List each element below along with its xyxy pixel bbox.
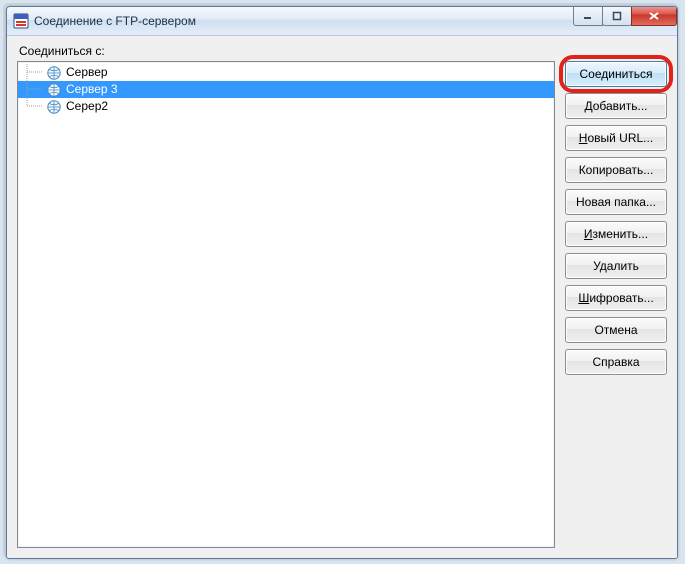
encrypt-button[interactable]: Шифровать... bbox=[565, 285, 667, 311]
edit-button[interactable]: Изменить... bbox=[565, 221, 667, 247]
close-button[interactable] bbox=[631, 6, 677, 26]
button-label: Отмена bbox=[594, 323, 637, 337]
ftp-connect-dialog: Соединение с FTP-сервером Соединиться с: bbox=[6, 6, 678, 559]
button-label: Копировать... bbox=[579, 163, 654, 177]
new-folder-button[interactable]: Новая папка... bbox=[565, 189, 667, 215]
add-button[interactable]: Добавить... bbox=[565, 93, 667, 119]
button-label: Новый URL... bbox=[579, 131, 653, 145]
tree-item-selected[interactable]: Сервер 3 bbox=[18, 81, 554, 98]
tree-root: Сервер Сервер 3 bbox=[18, 62, 554, 117]
button-label: Удалить bbox=[593, 259, 639, 273]
minimize-button[interactable] bbox=[573, 6, 603, 26]
delete-button[interactable]: Удалить bbox=[565, 253, 667, 279]
tree-item-label: Сервер 3 bbox=[64, 81, 120, 98]
server-tree[interactable]: Сервер Сервер 3 bbox=[17, 61, 555, 548]
button-label: Добавить... bbox=[584, 99, 647, 113]
connect-to-label: Соединиться с: bbox=[17, 44, 667, 58]
server-icon bbox=[46, 99, 62, 115]
window-title: Соединение с FTP-сервером bbox=[34, 14, 196, 28]
maximize-button[interactable] bbox=[602, 6, 632, 26]
server-icon bbox=[46, 82, 62, 98]
tree-item-label: Серер2 bbox=[64, 98, 110, 115]
tree-item-label: Сервер bbox=[64, 64, 110, 81]
help-button[interactable]: Справка bbox=[565, 349, 667, 375]
server-icon bbox=[46, 65, 62, 81]
button-label: Изменить... bbox=[584, 227, 648, 241]
new-url-button[interactable]: Новый URL... bbox=[565, 125, 667, 151]
app-icon bbox=[13, 13, 29, 29]
tree-item[interactable]: Сервер bbox=[18, 64, 554, 81]
tree-item[interactable]: Серер2 bbox=[18, 98, 554, 115]
button-label: Справка bbox=[592, 355, 639, 369]
connect-button[interactable]: Соединиться bbox=[565, 61, 667, 87]
cancel-button[interactable]: Отмена bbox=[565, 317, 667, 343]
window-controls bbox=[574, 6, 677, 26]
client-area: Соединиться с: bbox=[7, 36, 677, 558]
button-label: Соединиться bbox=[579, 67, 652, 81]
titlebar[interactable]: Соединение с FTP-сервером bbox=[7, 7, 677, 36]
button-column: Соединиться Добавить... Новый URL... Коп… bbox=[565, 61, 667, 548]
button-label: Новая папка... bbox=[576, 195, 656, 209]
button-label: Шифровать... bbox=[578, 291, 653, 305]
copy-button[interactable]: Копировать... bbox=[565, 157, 667, 183]
